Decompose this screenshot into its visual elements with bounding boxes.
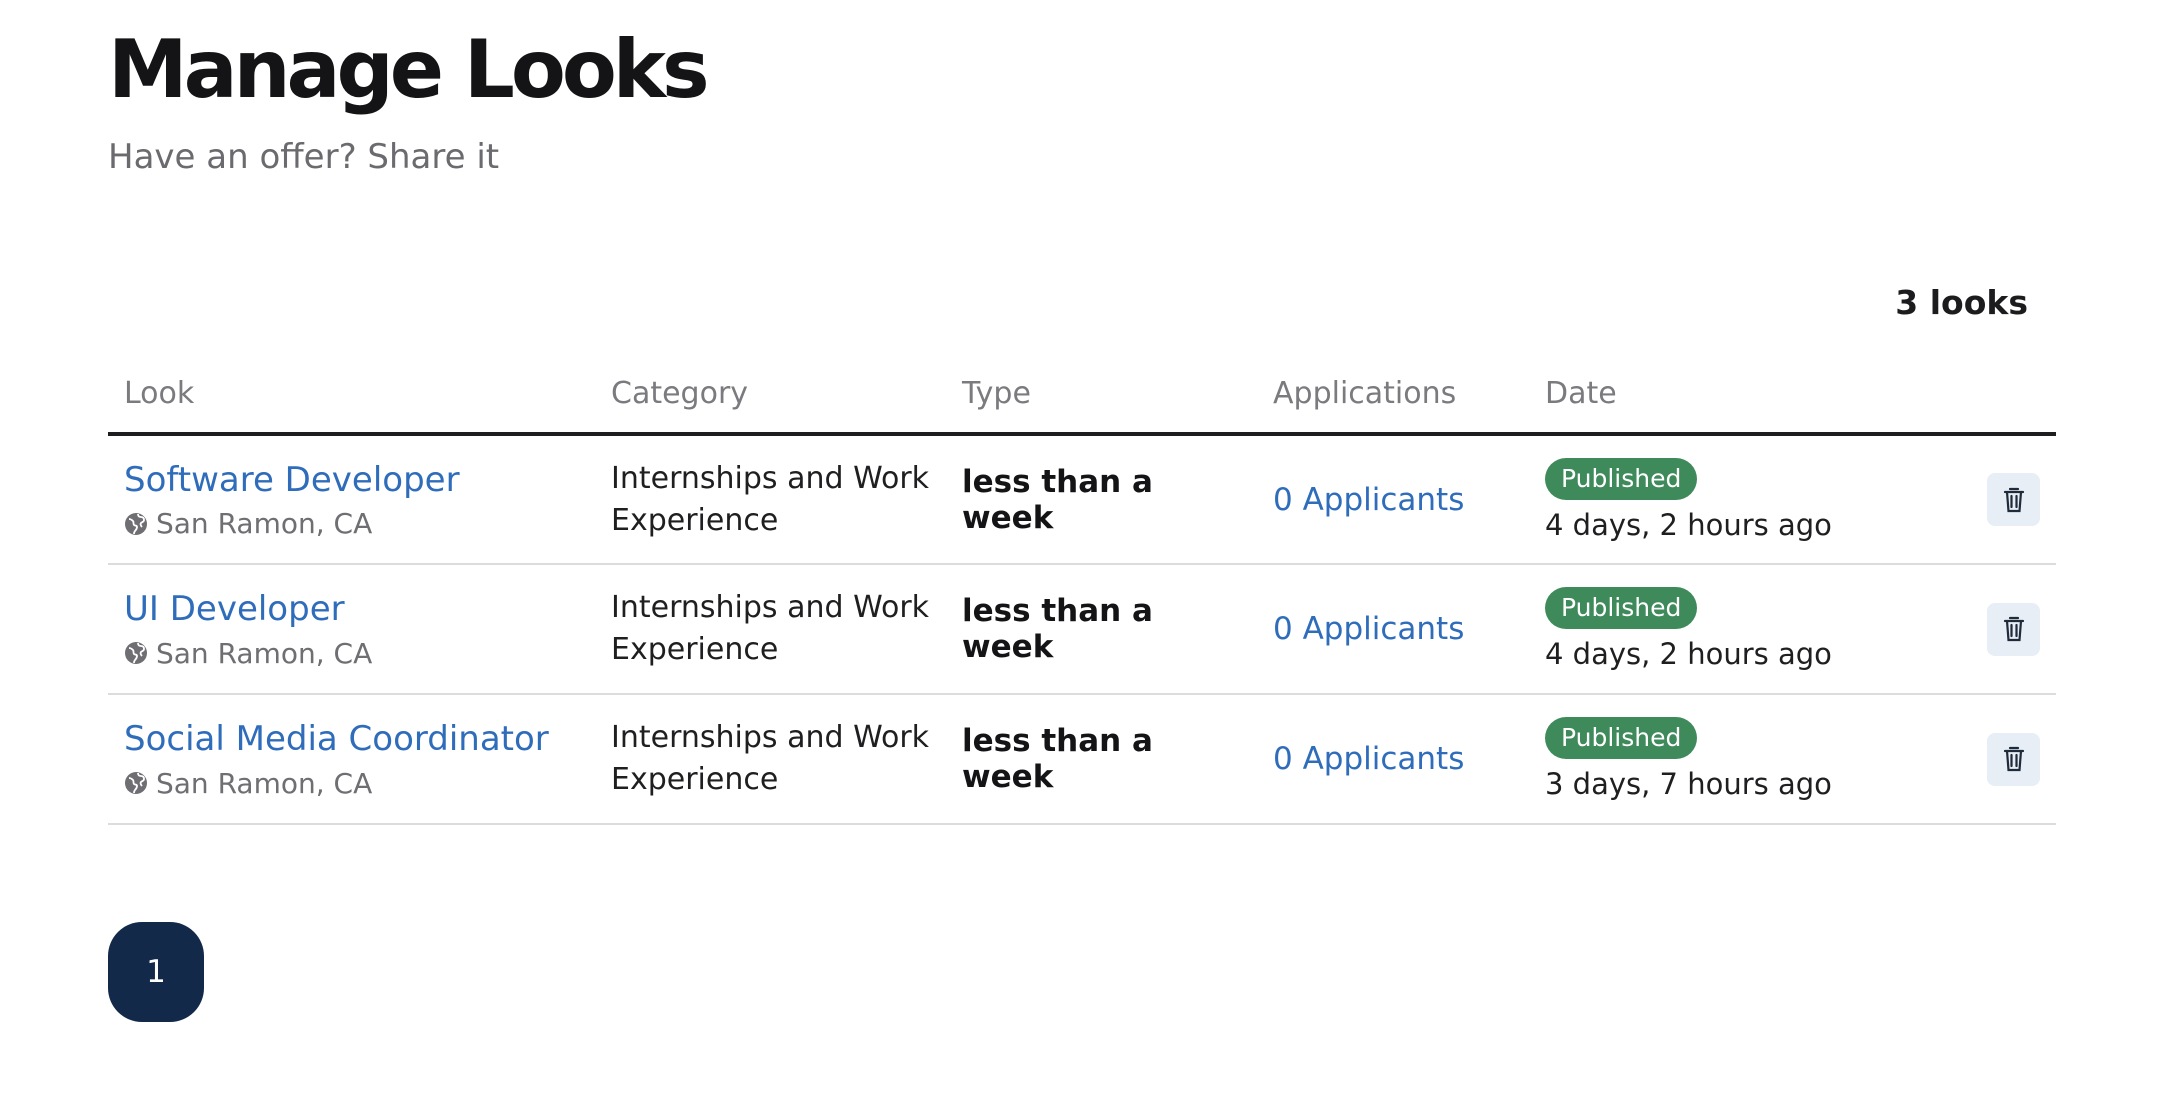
category-cell: Internships and Work Experience (595, 564, 946, 695)
location-text: San Ramon, CA (156, 507, 373, 541)
category-cell: Internships and Work Experience (595, 434, 946, 565)
location-text: San Ramon, CA (156, 636, 373, 670)
posted-time: 4 days, 2 hours ago (1545, 507, 1832, 542)
look-location: San Ramon, CA (124, 637, 579, 670)
applications-cell: 0 Applicants (1257, 694, 1529, 825)
type-text: less than a week (962, 463, 1153, 536)
looks-table-container: Look Category Type Applications Date Sof… (108, 360, 2056, 825)
manage-looks-page: Manage Looks Have an offer? Share it 3 l… (0, 0, 2158, 1096)
column-header-type: Type (946, 360, 1257, 436)
column-header-date: Date (1529, 360, 1909, 436)
look-cell: Software Developer San Ramon, CA (108, 434, 595, 565)
date-cell: Published 4 days, 2 hours ago (1529, 564, 1909, 695)
trash-icon (2003, 746, 2024, 772)
look-location: San Ramon, CA (124, 507, 579, 540)
type-text: less than a week (962, 593, 1153, 665)
location-text: San Ramon, CA (156, 766, 373, 800)
category-cell: Internships and Work Experience (595, 694, 946, 825)
column-header-applications: Applications (1257, 360, 1529, 436)
looks-count: 3 looks (1895, 283, 2028, 322)
column-header-category: Category (595, 360, 946, 436)
date-cell: Published 3 days, 7 hours ago (1529, 694, 1909, 825)
actions-cell (1909, 694, 2056, 825)
status-badge: Published (1545, 587, 1698, 629)
status-badge: Published (1545, 717, 1698, 759)
date-cell: Published 4 days, 2 hours ago (1529, 434, 1909, 565)
category-text: Internships and Work Experience (611, 460, 930, 538)
column-header-actions (1909, 360, 2056, 436)
type-text: less than a week (962, 723, 1153, 795)
type-cell: less than a week (946, 694, 1257, 825)
trash-icon (2003, 616, 2024, 642)
globe-icon (125, 772, 147, 795)
delete-button[interactable] (1987, 602, 2040, 656)
look-location: San Ramon, CA (124, 767, 579, 800)
pagination-page-button[interactable]: 1 (108, 922, 204, 1022)
type-cell: less than a week (946, 434, 1257, 565)
table-row: Social Media Coordinator San Ramon, CA I… (108, 694, 2056, 825)
look-cell: UI Developer San Ramon, CA (108, 564, 595, 695)
table-row: UI Developer San Ramon, CA Internships a… (108, 564, 2056, 695)
posted-time: 4 days, 2 hours ago (1545, 637, 1832, 671)
globe-icon (125, 642, 147, 665)
applicants-link[interactable]: 0 Applicants (1273, 482, 1464, 518)
applicants-link[interactable]: 0 Applicants (1273, 741, 1464, 777)
page-subtitle: Have an offer? Share it (108, 137, 500, 177)
trash-icon (2003, 487, 2024, 512)
type-cell: less than a week (946, 564, 1257, 695)
table-header: Look Category Type Applications Date (108, 360, 2056, 436)
page-title: Manage Looks (108, 23, 710, 116)
posted-time: 3 days, 7 hours ago (1545, 767, 1832, 801)
applications-cell: 0 Applicants (1257, 564, 1529, 695)
category-text: Internships and Work Experience (611, 590, 930, 667)
column-header-look: Look (108, 360, 595, 436)
look-title-link[interactable]: UI Developer (124, 588, 579, 631)
delete-button[interactable] (1987, 732, 2040, 786)
status-badge: Published (1545, 457, 1698, 500)
category-text: Internships and Work Experience (611, 720, 930, 797)
actions-cell (1909, 434, 2056, 565)
delete-button[interactable] (1987, 473, 2040, 526)
look-cell: Social Media Coordinator San Ramon, CA (108, 694, 595, 825)
applications-cell: 0 Applicants (1257, 434, 1529, 565)
globe-icon (125, 512, 147, 535)
look-title-link[interactable]: Social Media Coordinator (124, 718, 579, 761)
applicants-link[interactable]: 0 Applicants (1273, 611, 1464, 647)
table-row: Software Developer San Ramon, CA Interns… (108, 434, 2056, 565)
looks-table: Look Category Type Applications Date Sof… (108, 360, 2056, 825)
actions-cell (1909, 564, 2056, 695)
look-title-link[interactable]: Software Developer (124, 459, 579, 502)
